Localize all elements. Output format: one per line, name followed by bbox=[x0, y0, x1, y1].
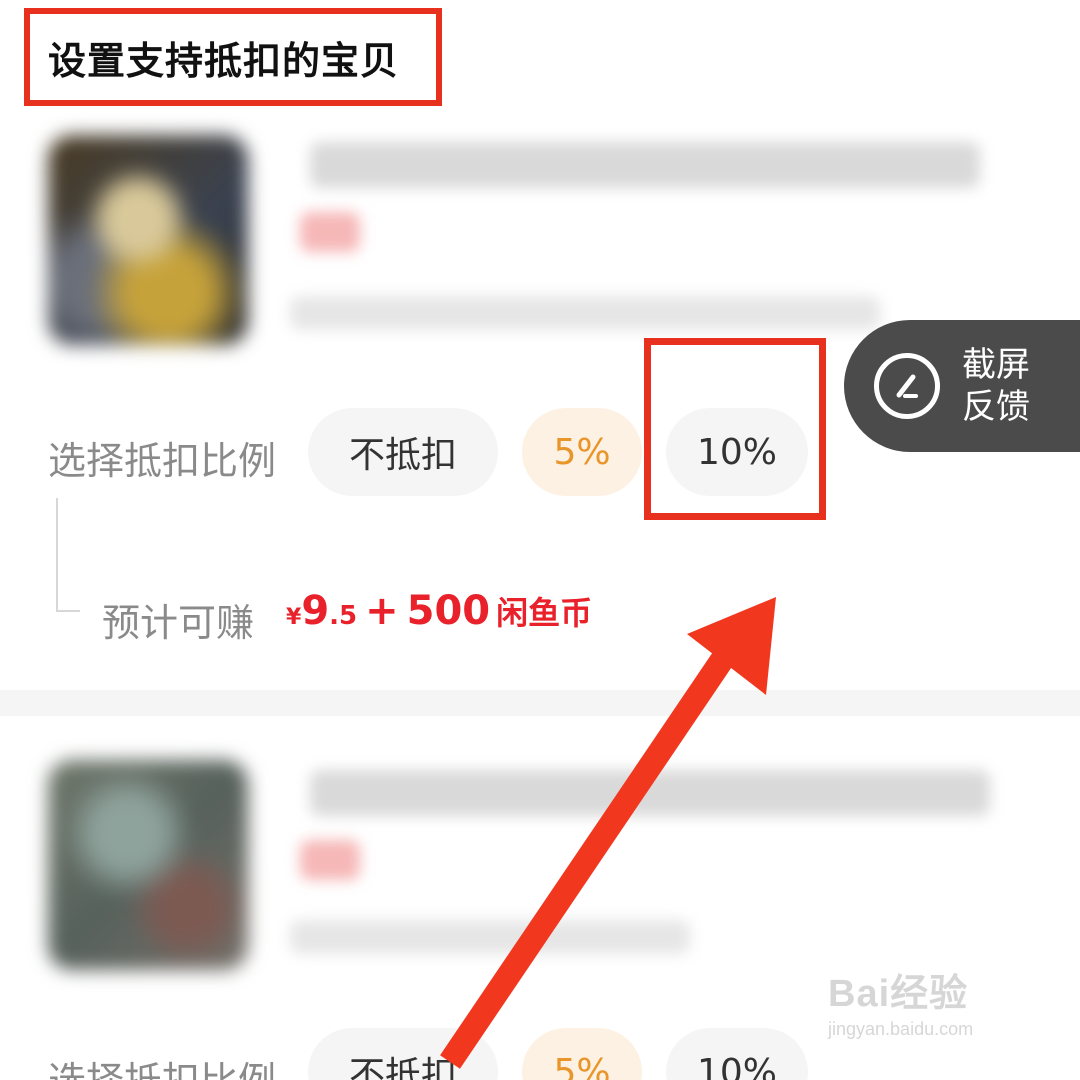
page: 设置支持抵扣的宝贝 选择抵扣比例 不抵扣 5% 10% 预计可赚 ¥9.5 +50… bbox=[0, 0, 1080, 1080]
watermark-url: jingyan.baidu.com bbox=[828, 1019, 974, 1039]
baidu-jingyan-watermark: Bai经验 jingyan.baidu.com bbox=[828, 962, 973, 1040]
annotation-arrow-icon bbox=[440, 597, 776, 1069]
watermark-logo: Bai经验 bbox=[828, 973, 969, 1015]
